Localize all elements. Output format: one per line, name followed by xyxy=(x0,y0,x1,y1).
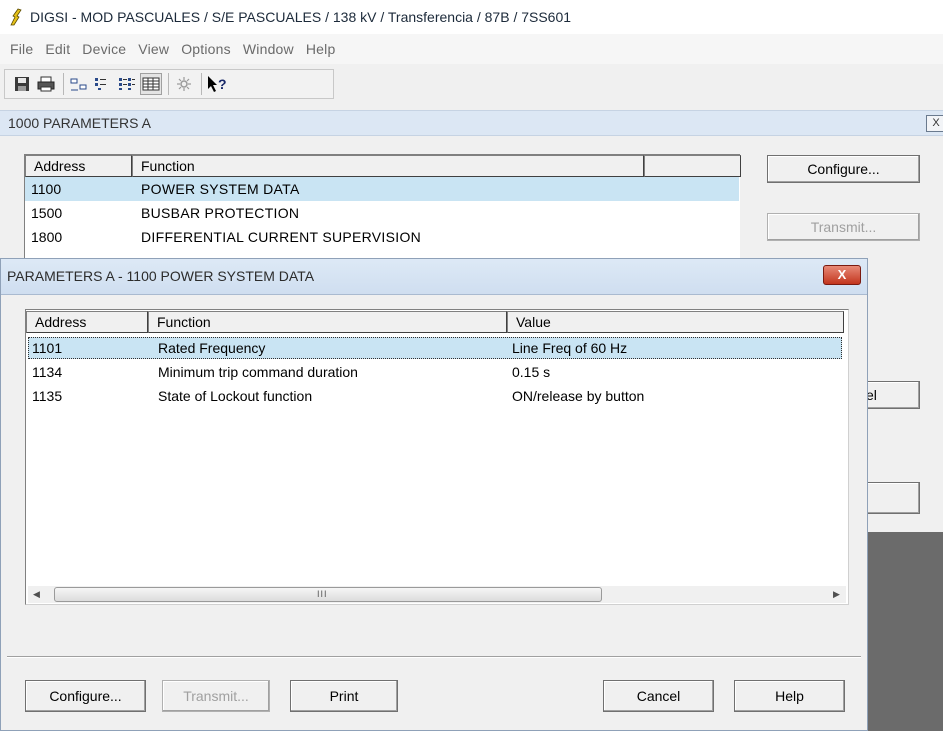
parameter-row[interactable]: 1134 Minimum trip command duration 0.15 … xyxy=(28,361,842,383)
menu-device[interactable]: Device xyxy=(76,41,132,57)
dialog-title: PARAMETERS A - 1100 POWER SYSTEM DATA xyxy=(7,268,315,284)
transmit-button: Transmit... xyxy=(767,213,920,241)
column-header-value[interactable]: Value xyxy=(507,311,844,333)
row-address: 1135 xyxy=(32,388,63,404)
parameter-list: Address Function Value 1101 Rated Freque… xyxy=(25,309,849,605)
row-value: 0.15 s xyxy=(512,364,551,380)
scrollbar-grip: III xyxy=(317,589,328,599)
digsi-app-icon xyxy=(10,8,22,26)
menu-help[interactable]: Help xyxy=(300,41,342,57)
menu-file[interactable]: File xyxy=(4,41,39,57)
window-title: DIGSI - MOD PASCUALES / S/E PASCUALES / … xyxy=(30,9,572,25)
column-header-address[interactable]: Address xyxy=(26,311,148,333)
dialog-configure-button[interactable]: Configure... xyxy=(25,680,146,712)
row-value: Line Freq of 60 Hz xyxy=(512,340,628,356)
toolbar-strip: ? xyxy=(4,69,334,99)
parameter-row[interactable]: 1135 State of Lockout function ON/releas… xyxy=(28,385,842,407)
svg-text:?: ? xyxy=(218,76,227,92)
dialog-separator xyxy=(7,656,861,658)
dialog-title-bar: PARAMETERS A - 1100 POWER SYSTEM DATA X xyxy=(1,259,867,295)
parameter-row[interactable]: 1101 Rated Frequency Line Freq of 60 Hz xyxy=(28,337,842,359)
menu-bar: File Edit Device View Options Window Hel… xyxy=(0,34,943,64)
row-address: 1101 xyxy=(32,340,63,356)
row-function: Minimum trip command duration xyxy=(158,364,358,380)
power-system-data-dialog: PARAMETERS A - 1100 POWER SYSTEM DATA X … xyxy=(0,258,868,731)
large-icons-icon[interactable] xyxy=(68,73,90,95)
row-value: ON/release by button xyxy=(512,388,645,404)
menu-options[interactable]: Options xyxy=(175,41,237,57)
menu-window[interactable]: Window xyxy=(237,41,300,57)
dialog-print-button[interactable]: Print xyxy=(290,680,398,712)
parameters-window-close-button[interactable]: X xyxy=(926,115,943,132)
row-function: State of Lockout function xyxy=(158,388,313,404)
row-function: Rated Frequency xyxy=(158,340,266,356)
dialog-close-button[interactable]: X xyxy=(823,265,861,285)
row-function: BUSBAR PROTECTION xyxy=(141,205,300,221)
function-list-row[interactable]: 1800 DIFFERENTIAL CURRENT SUPERVISION xyxy=(25,225,739,249)
row-address: 1100 xyxy=(31,181,62,197)
main-title-bar: DIGSI - MOD PASCUALES / S/E PASCUALES / … xyxy=(0,0,943,34)
dialog-help-button[interactable]: Help xyxy=(734,680,845,712)
small-icons-icon[interactable] xyxy=(92,73,114,95)
parameters-window-title-bar: 1000 PARAMETERS A X xyxy=(0,110,943,136)
function-list-row[interactable]: 1100 POWER SYSTEM DATA xyxy=(25,177,739,201)
list-icon[interactable] xyxy=(116,73,138,95)
print-icon[interactable] xyxy=(35,73,57,95)
dialog-transmit-button: Transmit... xyxy=(162,680,270,712)
save-icon[interactable] xyxy=(11,73,33,95)
column-header-extra[interactable] xyxy=(644,155,741,177)
row-address: 1134 xyxy=(32,364,63,380)
function-list-row[interactable]: 1500 BUSBAR PROTECTION xyxy=(25,201,739,225)
details-icon[interactable] xyxy=(140,73,162,95)
dialog-cancel-button[interactable]: Cancel xyxy=(603,680,714,712)
configure-button[interactable]: Configure... xyxy=(767,155,920,183)
row-address: 1800 xyxy=(31,229,63,245)
menu-view[interactable]: View xyxy=(132,41,175,57)
toolbar-separator xyxy=(63,73,64,95)
filter-icon[interactable] xyxy=(173,73,195,95)
scroll-right-icon[interactable]: ▶ xyxy=(828,586,845,603)
toolbar: ? xyxy=(0,64,943,105)
toolbar-separator xyxy=(168,73,169,95)
menu-edit[interactable]: Edit xyxy=(39,41,76,57)
horizontal-scrollbar[interactable]: ◀ III ▶ xyxy=(28,586,846,603)
scrollbar-thumb[interactable]: III xyxy=(54,587,602,602)
row-function: POWER SYSTEM DATA xyxy=(141,181,300,197)
row-function: DIFFERENTIAL CURRENT SUPERVISION xyxy=(141,229,422,245)
column-header-address[interactable]: Address xyxy=(25,155,132,177)
mdi-client-background xyxy=(866,532,943,731)
parameters-window-title: 1000 PARAMETERS A xyxy=(8,115,151,131)
toolbar-separator xyxy=(201,73,202,95)
column-header-function[interactable]: Function xyxy=(148,311,507,333)
function-list: Address Function 1100 POWER SYSTEM DATA … xyxy=(24,154,741,258)
row-address: 1500 xyxy=(31,205,63,221)
whats-this-help-icon[interactable]: ? xyxy=(206,73,228,95)
function-list-header: Address Function xyxy=(25,155,741,177)
column-header-function[interactable]: Function xyxy=(132,155,644,177)
scroll-left-icon[interactable]: ◀ xyxy=(28,586,45,603)
